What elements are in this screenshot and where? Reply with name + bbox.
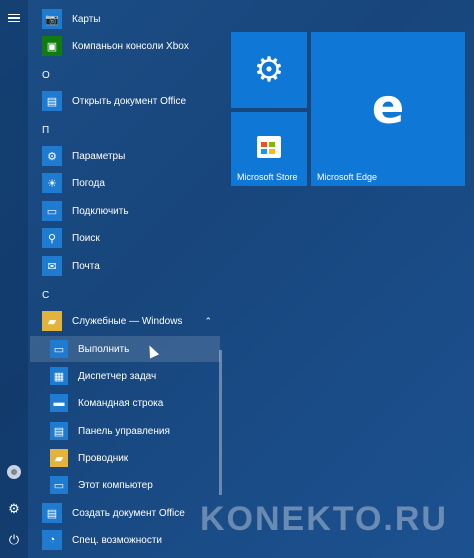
app-list-item[interactable]: ▣ Компаньон консоли Xbox — [30, 33, 220, 59]
app-label: Выполнить — [78, 343, 130, 355]
group-letter[interactable]: С — [42, 290, 49, 301]
app-list-item[interactable]: ☀ Погода — [30, 170, 220, 196]
weather-icon: ☀ — [42, 173, 62, 193]
explorer-icon: ▰ — [50, 449, 68, 467]
app-list-item[interactable]: ▰ Проводник — [30, 445, 220, 471]
office-icon: ▤ — [42, 91, 62, 111]
app-label: Подключить — [72, 205, 129, 217]
left-rail: ⚙ ⏻ — [0, 0, 28, 558]
this-pc-icon: ▭ — [50, 476, 68, 494]
maps-icon: 📷 — [42, 9, 62, 29]
run-icon: ▭ — [50, 340, 68, 358]
folder-windows-tools[interactable]: ▰ Служебные — Windows ⌃ — [30, 308, 220, 334]
app-list-item[interactable]: ▭ Выполнить — [30, 336, 220, 362]
app-list-item[interactable]: ✉ Почта — [30, 253, 220, 279]
app-label: Проводник — [78, 452, 129, 464]
group-letter[interactable]: О — [42, 70, 50, 81]
task-manager-icon: ▦ — [50, 367, 68, 385]
hamburger-icon[interactable] — [0, 4, 28, 32]
start-menu: ⚙ ⏻ 📷 Карты ▣ Компаньон консоли Xbox О ▤ Откры… — [0, 0, 474, 558]
store-icon — [257, 136, 281, 158]
tile-edge-label: Microsoft Edge — [317, 172, 378, 182]
folder-icon: ▰ — [42, 311, 62, 331]
app-label: Диспетчер задач — [78, 370, 157, 382]
app-label: Погода — [72, 177, 105, 189]
app-label: Почта — [72, 260, 100, 272]
scrollbar[interactable] — [219, 350, 222, 495]
accessibility-icon: ◔ — [42, 530, 62, 550]
app-list-item[interactable]: ⚙ Параметры — [30, 143, 220, 169]
control-panel-icon: ▤ — [50, 422, 68, 440]
mail-icon: ✉ — [42, 256, 62, 276]
app-list-item[interactable]: ▤ Панель управления — [30, 418, 220, 444]
app-list-item[interactable]: ▦ Диспетчер задач — [30, 363, 220, 389]
app-list-item[interactable]: ⚲ Поиск — [30, 225, 220, 251]
xbox-icon: ▣ — [42, 36, 62, 56]
app-list-item[interactable]: ▬ Командная строка — [30, 390, 220, 416]
gear-icon: ⚙ — [253, 51, 285, 89]
tile-store[interactable]: Microsoft Store — [231, 112, 307, 186]
chevron-up-icon: ⌃ — [204, 315, 212, 326]
app-label: Этот компьютер — [78, 479, 153, 491]
office-create-icon: ▤ — [42, 503, 62, 523]
app-label: Компаньон консоли Xbox — [72, 40, 189, 52]
power-icon[interactable]: ⏻ — [0, 526, 28, 554]
search-icon: ⚲ — [42, 228, 62, 248]
app-list-item[interactable]: ▤ Открыть документ Office — [30, 88, 220, 114]
app-list-item[interactable]: ▭ Этот компьютер — [30, 472, 220, 498]
tile-store-label: Microsoft Store — [237, 172, 298, 182]
tile-edge[interactable]: e Microsoft Edge — [311, 32, 465, 186]
app-list-item[interactable]: ▭ Подключить — [30, 198, 220, 224]
watermark: KONEKTO.RU — [200, 500, 448, 538]
cmd-icon: ▬ — [50, 394, 68, 412]
settings-icon: ⚙ — [42, 146, 62, 166]
app-label: Открыть документ Office — [72, 95, 187, 107]
edge-icon: e — [371, 79, 405, 135]
app-label: Командная строка — [78, 397, 164, 409]
app-label: Спец. возможности — [72, 534, 162, 546]
user-icon[interactable] — [0, 458, 28, 486]
app-label: Служебные — Windows — [72, 315, 183, 327]
app-label: Параметры — [72, 150, 126, 162]
tile-settings[interactable]: ⚙ — [231, 32, 307, 108]
app-label: Поиск — [72, 232, 100, 244]
app-label: Панель управления — [78, 425, 170, 437]
app-list-item[interactable]: ▤ Создать документ Office — [30, 500, 220, 526]
group-letter[interactable]: П — [42, 125, 49, 136]
gear-icon[interactable]: ⚙ — [0, 495, 28, 523]
app-label: Создать документ Office — [72, 507, 185, 519]
connect-icon: ▭ — [42, 201, 62, 221]
app-label: Карты — [72, 13, 101, 25]
app-list: 📷 Карты ▣ Компаньон консоли Xbox О ▤ Открыть д… — [30, 0, 222, 558]
app-list-item[interactable]: ◔ Спец. возможности — [30, 527, 220, 553]
app-list-item[interactable]: 📷 Карты — [30, 6, 220, 32]
